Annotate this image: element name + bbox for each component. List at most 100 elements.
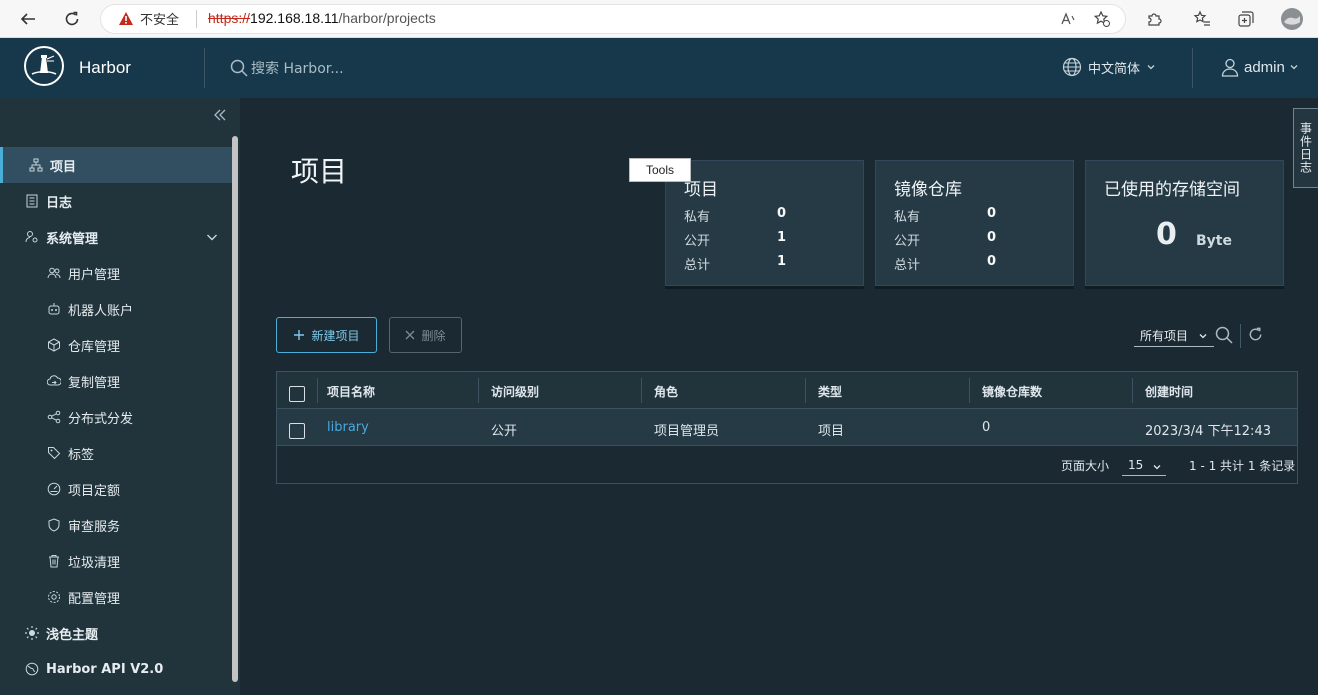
refresh-projects-button[interactable] xyxy=(1247,326,1264,343)
select-all-checkbox[interactable] xyxy=(289,386,305,402)
new-project-button[interactable]: 新建项目 xyxy=(276,317,377,353)
row-checkbox[interactable] xyxy=(289,423,305,439)
event-log-tab[interactable]: 事件日志 xyxy=(1293,108,1318,188)
refresh-icon xyxy=(1249,327,1262,341)
page-size-value: 15 xyxy=(1128,458,1144,472)
delete-button[interactable]: 删除 xyxy=(389,317,462,353)
sidebar-item-label: 用户管理 xyxy=(68,267,121,283)
refresh-button[interactable] xyxy=(60,7,84,31)
collections-icon xyxy=(1238,11,1254,27)
user-icon xyxy=(1221,58,1239,77)
card-title: 已使用的存储空间 xyxy=(1104,180,1240,200)
sidebar-item-label: 分布式分发 xyxy=(68,411,134,427)
profile-avatar-icon xyxy=(1281,8,1303,30)
theme-toggle[interactable]: 浅色主题 xyxy=(0,615,232,651)
project-filter-select[interactable]: 所有项目 xyxy=(1134,325,1214,347)
column-divider xyxy=(478,378,479,403)
shield-icon xyxy=(46,517,62,533)
chevron-down-icon xyxy=(1147,65,1155,70)
collapse-sidebar-button[interactable] xyxy=(213,108,227,122)
column-header-role[interactable]: 角色 xyxy=(654,383,678,400)
search-projects-button[interactable] xyxy=(1215,326,1233,344)
projects-icon xyxy=(28,157,44,173)
chevron-down-icon xyxy=(1199,334,1207,339)
collections-button[interactable] xyxy=(1234,7,1258,31)
sidebar-item-robot-accounts[interactable]: 机器人账户 xyxy=(0,291,232,327)
back-button[interactable] xyxy=(16,7,40,31)
distribution-icon xyxy=(46,409,62,425)
header-divider xyxy=(204,48,205,88)
sidebar-item-logs[interactable]: 日志 xyxy=(0,183,232,219)
favorites-button[interactable] xyxy=(1190,7,1214,31)
project-name-link[interactable]: library xyxy=(327,420,369,435)
stat-label: 私有 xyxy=(684,210,711,225)
url-divider xyxy=(196,10,197,28)
pagination-summary: 1 - 1 共计 1 条记录 xyxy=(1189,459,1296,473)
registry-icon xyxy=(46,337,62,353)
security-indicator[interactable]: 不安全 xyxy=(118,9,179,28)
sidebar-scrollbar[interactable] xyxy=(232,136,238,682)
repos-summary-card: 镜像仓库 私有 0 公开 0 总计 0 xyxy=(875,160,1074,286)
column-header-name[interactable]: 项目名称 xyxy=(327,383,375,400)
sidebar-item-admin[interactable]: 系统管理 xyxy=(0,219,232,255)
api-link[interactable]: Harbor API V2.0 xyxy=(0,651,232,687)
event-log-label: 事件日志 xyxy=(1298,122,1313,174)
projects-summary-card: 项目 私有 0 公开 1 总计 1 xyxy=(665,160,864,286)
sidebar-item-labels[interactable]: 标签 xyxy=(0,435,232,471)
column-divider xyxy=(317,378,318,403)
profile-button[interactable] xyxy=(1280,7,1304,31)
tools-tooltip: Tools xyxy=(629,158,691,182)
theme-label: 浅色主题 xyxy=(46,627,99,643)
column-header-type[interactable]: 类型 xyxy=(818,383,842,400)
star-add-icon xyxy=(1093,10,1110,27)
column-header-created[interactable]: 创建时间 xyxy=(1145,383,1193,400)
sidebar-item-gc[interactable]: 垃圾清理 xyxy=(0,543,232,579)
column-header-repo-count[interactable]: 镜像仓库数 xyxy=(982,383,1042,400)
page-title: 项目 xyxy=(291,155,348,188)
cell-access: 公开 xyxy=(491,424,518,439)
user-menu[interactable]: admin xyxy=(1220,57,1299,77)
stat-label: 私有 xyxy=(894,210,921,225)
plus-icon xyxy=(294,330,305,340)
sidebar-item-config[interactable]: 配置管理 xyxy=(0,579,232,615)
sidebar-item-label: 机器人账户 xyxy=(68,303,134,319)
browser-toolbar: 不安全 https://192.168.18.11/harbor/project… xyxy=(0,0,1318,38)
sidebar-item-users[interactable]: 用户管理 xyxy=(0,255,232,291)
favorite-button[interactable] xyxy=(1090,7,1114,31)
sidebar-item-registries[interactable]: 仓库管理 xyxy=(0,327,232,363)
harbor-logo[interactable] xyxy=(24,46,64,86)
filter-value: 所有项目 xyxy=(1140,329,1189,343)
url-text[interactable]: https://192.168.18.11/harbor/projects xyxy=(208,10,436,26)
global-search-input[interactable]: 搜索 Harbor... xyxy=(230,58,344,78)
sidebar-item-label: 垃圾清理 xyxy=(68,555,121,571)
cell-type: 项目 xyxy=(818,424,845,439)
sidebar-item-projects[interactable]: 项目 xyxy=(0,147,232,183)
sidebar-item-distribution[interactable]: 分布式分发 xyxy=(0,399,232,435)
app-header: Harbor 搜索 Harbor... 中文简体 admin xyxy=(0,38,1318,98)
cell-role: 项目管理员 xyxy=(654,424,720,439)
search-icon xyxy=(230,59,248,77)
logs-icon xyxy=(24,193,40,209)
extensions-button[interactable] xyxy=(1142,7,1166,31)
sidebar-item-interrogation[interactable]: 审查服务 xyxy=(0,507,232,543)
sidebar-item-label: 标签 xyxy=(68,447,95,463)
language-selector[interactable]: 中文简体 xyxy=(1062,57,1156,77)
public-count-row: 公开 0 xyxy=(894,230,996,249)
api-label: Harbor API V2.0 xyxy=(46,661,164,677)
read-aloud-button[interactable] xyxy=(1056,7,1080,31)
column-header-access[interactable]: 访问级别 xyxy=(491,383,539,400)
stat-value: 1 xyxy=(777,230,787,245)
sidebar-item-replication[interactable]: 复制管理 xyxy=(0,363,232,399)
table-row: library 公开 项目管理员 项目 0 2023/3/4 下午12:43 xyxy=(277,409,1297,446)
column-divider xyxy=(805,378,806,403)
arrow-left-icon xyxy=(20,13,35,25)
sidebar-item-label: 项目 xyxy=(50,159,77,175)
public-count-row: 公开 1 xyxy=(684,230,786,249)
chevron-down-icon xyxy=(207,234,217,241)
page-size-select[interactable]: 15 xyxy=(1122,454,1166,476)
card-title: 镜像仓库 xyxy=(894,180,962,200)
puzzle-icon xyxy=(1148,13,1162,26)
sidebar-item-label: 复制管理 xyxy=(68,375,121,391)
projects-table: 项目名称 访问级别 角色 类型 镜像仓库数 创建时间 library 公开 项目… xyxy=(276,371,1298,484)
sidebar-item-quotas[interactable]: 项目定额 xyxy=(0,471,232,507)
